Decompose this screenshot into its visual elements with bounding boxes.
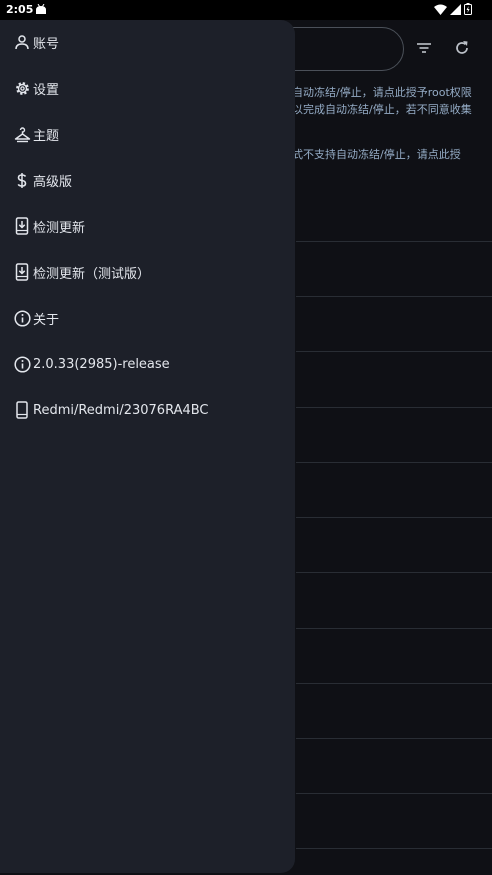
android-notification-icon [35,4,47,15]
drawer-item-version[interactable]: 2.0.33(2985)-release [0,344,295,384]
status-time: 2:05 [6,3,34,16]
phone-download-icon [12,216,32,236]
phone-icon [12,400,32,420]
info-icon [12,354,32,374]
drawer-item-device[interactable]: Redmi/Redmi/23076RA4BC [0,390,295,430]
drawer-item-label: 高级版 [33,174,73,190]
hanger-icon [12,124,32,144]
wifi-icon [434,4,447,15]
drawer-item-label: 关于 [33,312,60,328]
drawer-item-label: 检测更新（测试版） [33,266,151,282]
drawer-item-label: Redmi/Redmi/23076RA4BC [33,402,209,418]
drawer-item-premium[interactable]: 高级版 [0,160,295,200]
drawer-item-account[interactable]: 账号 [0,22,295,62]
drawer-item-label: 主题 [33,128,60,144]
signal-icon [450,3,461,15]
drawer-item-check-update-beta[interactable]: 检测更新（测试版） [0,252,295,292]
drawer-item-settings[interactable]: 设置 [0,68,295,108]
drawer-item-label: 检测更新 [33,220,86,236]
drawer-item-theme[interactable]: 主题 [0,114,295,154]
status-bar: 2:05 [0,0,492,20]
drawer-item-label: 2.0.33(2985)-release [33,356,170,372]
gear-icon [12,78,32,98]
person-icon [12,32,32,52]
drawer-item-check-update[interactable]: 检测更新 [0,206,295,246]
drawer-item-about[interactable]: 关于 [0,298,295,338]
navigation-drawer: 账号 设置 主题 高级版 检测更新 检测更新（测试版） 关于 2.0.33(29… [0,20,295,873]
info-icon [12,308,32,328]
dollar-icon [12,170,32,190]
phone-download-icon [12,262,32,282]
drawer-item-label: 设置 [33,82,60,98]
battery-icon [464,3,472,15]
drawer-item-label: 账号 [33,36,60,52]
